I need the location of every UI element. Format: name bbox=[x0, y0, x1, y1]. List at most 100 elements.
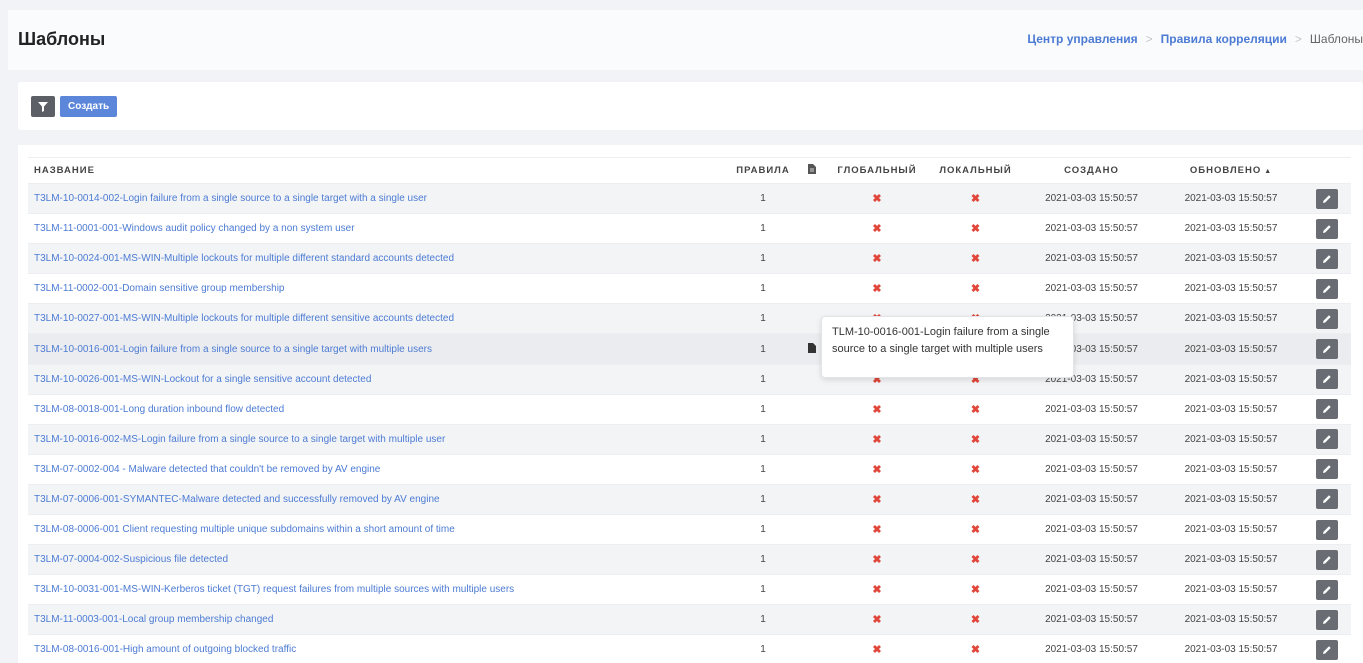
template-name-link[interactable]: T3LM-10-0027-001-MS-WIN-Multiple lockout… bbox=[28, 303, 728, 335]
edit-button[interactable] bbox=[1315, 218, 1338, 239]
edit-button[interactable] bbox=[1315, 459, 1338, 480]
table-row: T3LM-08-0006-001 Client requesting multi… bbox=[28, 514, 1351, 546]
template-name-link[interactable]: T3LM-08-0006-001 Client requesting multi… bbox=[28, 514, 728, 546]
column-header-name[interactable]: НАЗВАНИЕ bbox=[28, 157, 728, 184]
rules-count: 1 bbox=[728, 424, 798, 455]
updated-date: 2021-03-03 15:50:57 bbox=[1160, 273, 1302, 305]
edit-button[interactable] bbox=[1315, 339, 1338, 360]
pencil-icon bbox=[1322, 255, 1331, 263]
local-cell: ✖ bbox=[928, 604, 1023, 636]
table-row: T3LM-07-0006-001-SYMANTEC-Malware detect… bbox=[28, 484, 1351, 516]
template-name-link[interactable]: T3LM-11-0002-001-Domain sensitive group … bbox=[28, 273, 728, 305]
pencil-icon bbox=[1322, 224, 1331, 233]
template-name-link[interactable]: T3LM-10-0016-002-MS-Login failure from a… bbox=[28, 424, 728, 455]
rules-count: 1 bbox=[728, 303, 798, 335]
global-cell: ✖ bbox=[826, 604, 928, 636]
column-header-rules[interactable]: ПРАВИЛА bbox=[728, 157, 798, 184]
rules-count: 1 bbox=[728, 544, 798, 576]
local-cell: ✖ bbox=[928, 574, 1023, 606]
rules-count: 1 bbox=[728, 394, 798, 425]
global-cell: ✖ bbox=[826, 183, 928, 215]
template-name-link[interactable]: T3LM-07-0006-001-SYMANTEC-Malware detect… bbox=[28, 484, 728, 516]
template-name-link[interactable]: T3LM-07-0004-002-Suspicious file detecte… bbox=[28, 544, 728, 576]
updated-date: 2021-03-03 15:50:57 bbox=[1160, 243, 1302, 275]
create-button[interactable]: Создать bbox=[60, 96, 118, 117]
cross-icon: ✖ bbox=[872, 283, 882, 296]
table-header-row: НАЗВАНИЕ ПРАВИЛА ГЛОБАЛЬНЫЙ ЛОКАЛЬНЫЙ СО… bbox=[28, 157, 1351, 184]
global-cell: ✖ bbox=[826, 273, 928, 305]
cross-icon: ✖ bbox=[970, 433, 981, 446]
edit-button[interactable] bbox=[1315, 188, 1338, 209]
column-header-global[interactable]: ГЛОБАЛЬНЫЙ bbox=[826, 157, 928, 184]
column-header-actions bbox=[1302, 157, 1351, 184]
created-date: 2021-03-03 15:50:57 bbox=[1023, 544, 1160, 576]
doc-cell bbox=[798, 634, 826, 663]
actions-cell bbox=[1302, 243, 1351, 275]
local-cell: ✖ bbox=[928, 243, 1023, 275]
chevron-right-icon: > bbox=[1145, 32, 1153, 46]
cross-icon: ✖ bbox=[872, 524, 882, 537]
template-name-link[interactable]: T3LM-07-0002-004 - Malware detected that… bbox=[28, 454, 728, 485]
template-name-link[interactable]: T3LM-11-0001-001-Windows audit policy ch… bbox=[28, 213, 728, 245]
document-icon[interactable] bbox=[808, 342, 816, 353]
breadcrumb-correlation-rules[interactable]: Правила корреляции bbox=[1161, 32, 1287, 46]
created-date: 2021-03-03 15:50:57 bbox=[1023, 514, 1160, 546]
page-header: Шаблоны Центр управления > Правила корре… bbox=[8, 10, 1363, 70]
breadcrumb-control-center[interactable]: Центр управления bbox=[1027, 32, 1137, 46]
doc-cell bbox=[798, 544, 826, 576]
created-date: 2021-03-03 15:50:57 bbox=[1023, 183, 1160, 215]
cross-icon: ✖ bbox=[970, 584, 981, 597]
doc-cell bbox=[798, 394, 826, 425]
actions-cell bbox=[1302, 604, 1351, 636]
edit-button[interactable] bbox=[1315, 248, 1338, 269]
column-header-created[interactable]: СОЗДАНО bbox=[1023, 157, 1160, 184]
template-name-link[interactable]: T3LM-10-0024-001-MS-WIN-Multiple lockout… bbox=[28, 243, 728, 275]
actions-cell bbox=[1302, 183, 1351, 215]
template-name-link[interactable]: T3LM-08-0018-001-Long duration inbound f… bbox=[28, 394, 728, 425]
local-cell: ✖ bbox=[928, 394, 1023, 425]
edit-button[interactable] bbox=[1315, 278, 1338, 299]
table-row: T3LM-10-0016-001-Login failure from a si… bbox=[28, 333, 1351, 365]
template-name-link[interactable]: T3LM-08-0016-001-High amount of outgoing… bbox=[28, 634, 728, 663]
edit-button[interactable] bbox=[1315, 549, 1338, 570]
edit-button[interactable] bbox=[1315, 519, 1338, 540]
actions-cell bbox=[1302, 394, 1351, 425]
edit-button[interactable] bbox=[1315, 399, 1338, 420]
column-header-updated-label: ОБНОВЛЕНО bbox=[1189, 165, 1262, 176]
global-cell: ✖ bbox=[826, 213, 928, 245]
edit-button[interactable] bbox=[1315, 369, 1338, 390]
template-name-link[interactable]: T3LM-10-0014-002-Login failure from a si… bbox=[28, 183, 728, 215]
template-name-link[interactable]: T3LM-10-0026-001-MS-WIN-Lockout for a si… bbox=[28, 364, 728, 395]
column-header-updated[interactable]: ОБНОВЛЕНО ▲ bbox=[1160, 157, 1302, 184]
table-row: T3LM-08-0018-001-Long duration inbound f… bbox=[28, 394, 1351, 425]
cross-icon: ✖ bbox=[872, 403, 882, 416]
chevron-right-icon: > bbox=[1294, 32, 1302, 46]
template-name-link[interactable]: T3LM-11-0003-001-Local group membership … bbox=[28, 604, 728, 636]
edit-button[interactable] bbox=[1315, 489, 1338, 510]
cross-icon: ✖ bbox=[970, 493, 981, 506]
table-row: T3LM-10-0027-001-MS-WIN-Multiple lockout… bbox=[28, 303, 1351, 335]
filter-button[interactable] bbox=[31, 96, 55, 117]
updated-date: 2021-03-03 15:50:57 bbox=[1160, 634, 1302, 663]
pencil-icon bbox=[1322, 315, 1331, 323]
edit-button[interactable] bbox=[1315, 308, 1338, 329]
column-header-local[interactable]: ЛОКАЛЬНЫЙ bbox=[928, 157, 1023, 184]
doc-cell bbox=[798, 424, 826, 455]
edit-button[interactable] bbox=[1315, 579, 1338, 600]
updated-date: 2021-03-03 15:50:57 bbox=[1160, 604, 1302, 636]
cross-icon: ✖ bbox=[872, 253, 882, 266]
doc-cell bbox=[798, 273, 826, 305]
edit-button[interactable] bbox=[1315, 609, 1338, 630]
template-name-link[interactable]: T3LM-10-0016-001-Login failure from a si… bbox=[28, 333, 728, 365]
rules-count: 1 bbox=[728, 454, 798, 485]
actions-cell bbox=[1302, 544, 1351, 576]
cross-icon: ✖ bbox=[970, 253, 981, 266]
template-name-link[interactable]: T3LM-10-0031-001-MS-WIN-Kerberos ticket … bbox=[28, 574, 728, 606]
doc-cell bbox=[798, 604, 826, 636]
edit-button[interactable] bbox=[1315, 639, 1338, 660]
created-date: 2021-03-03 15:50:57 bbox=[1023, 243, 1160, 275]
edit-button[interactable] bbox=[1315, 429, 1338, 450]
actions-cell bbox=[1302, 333, 1351, 365]
pencil-icon bbox=[1322, 285, 1331, 293]
pencil-icon bbox=[1322, 465, 1331, 474]
